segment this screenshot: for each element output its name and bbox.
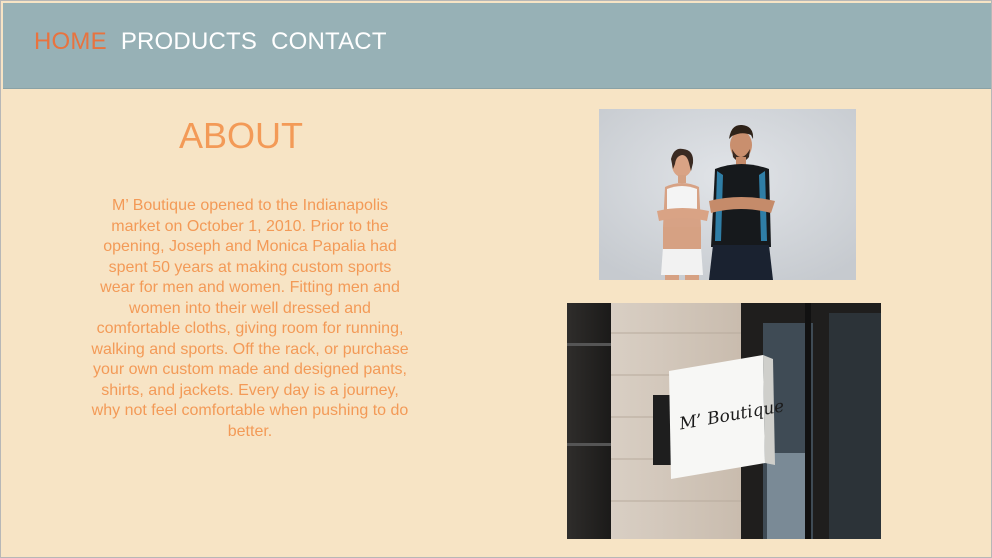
storefront-illustration: M’ Boutique	[567, 303, 881, 539]
athletes-illustration	[599, 109, 856, 280]
nav-links: HOME PRODUCTS CONTACT	[34, 27, 387, 57]
top-navigation-bar: HOME PRODUCTS CONTACT	[3, 3, 991, 89]
about-heading: ABOUT	[178, 115, 303, 156]
about-description: M’ Boutique opened to the Indianapolis m…	[91, 197, 409, 440]
page-frame: HOME PRODUCTS CONTACT ABOUT M’ Boutique …	[0, 0, 992, 558]
nav-link-products[interactable]: PRODUCTS	[121, 27, 257, 57]
storefront-sign-photo: M’ Boutique	[567, 303, 881, 539]
athletes-photo	[599, 109, 856, 280]
nav-link-contact[interactable]: CONTACT	[271, 27, 387, 57]
nav-link-home[interactable]: HOME	[34, 27, 107, 57]
boutique-sign: M’ Boutique	[669, 355, 786, 479]
